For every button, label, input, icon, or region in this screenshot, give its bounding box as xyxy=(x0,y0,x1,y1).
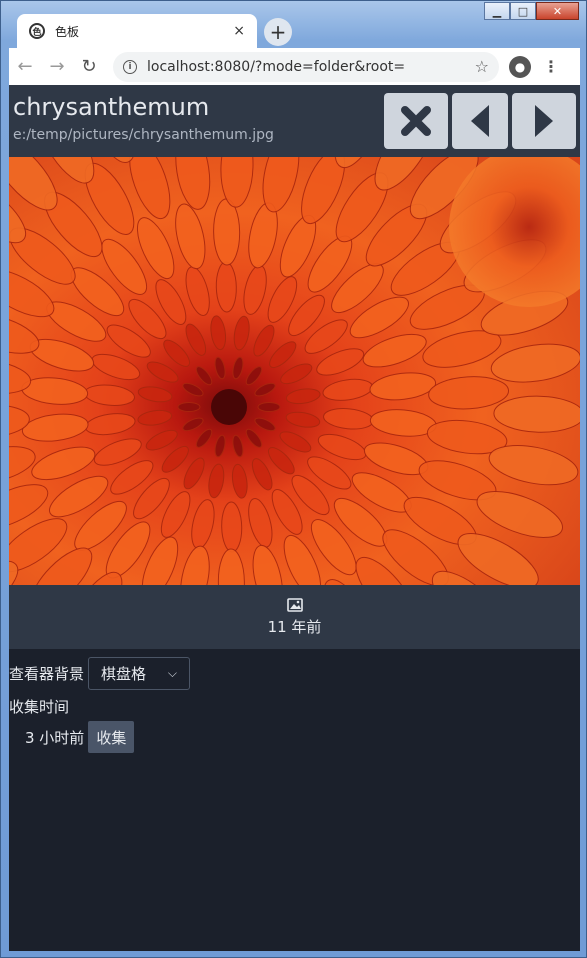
chevron-left-icon xyxy=(471,105,489,137)
background-label: 查看器背景 xyxy=(9,665,85,683)
collect-button[interactable]: 收集 xyxy=(88,721,135,753)
chevron-right-icon xyxy=(535,105,553,137)
profile-icon[interactable]: ● xyxy=(509,55,531,78)
forward-icon[interactable]: → xyxy=(41,51,73,83)
viewer-buttons xyxy=(384,93,576,149)
collect-time-value: 3 小时前 xyxy=(25,728,85,747)
browser-window: ▁ □ ✕ 色 色板 × + ← → ↻ i localhost:8080/?m… xyxy=(0,0,587,958)
photo-meta: 11 年前 xyxy=(9,585,580,649)
image-title: chrysanthemum xyxy=(13,93,210,121)
tab-close-icon[interactable]: × xyxy=(233,23,245,39)
minimize-icon[interactable]: ▁ xyxy=(484,2,510,20)
image-path: e:/temp/pictures/chrysanthemum.jpg xyxy=(13,127,274,143)
url-text[interactable]: localhost:8080/?mode=folder&root= xyxy=(147,59,475,75)
back-icon[interactable]: ← xyxy=(9,51,41,83)
close-icon xyxy=(401,106,431,136)
menu-icon[interactable]: ⋮ xyxy=(543,57,559,76)
bookmark-star-icon[interactable]: ☆ xyxy=(475,57,489,76)
browser-tab[interactable]: 色 色板 × xyxy=(17,14,257,48)
info-icon[interactable]: i xyxy=(123,59,137,74)
viewer-settings: 查看器背景 棋盘格 ⌵ 收集时间 3 小时前 收集 xyxy=(9,649,580,753)
page-viewport: chrysanthemum e:/temp/pictures/chrysanth… xyxy=(9,85,580,951)
close-viewer-button[interactable] xyxy=(384,93,448,149)
collect-time-label: 收集时间 xyxy=(9,698,70,716)
background-value: 棋盘格 xyxy=(101,665,147,683)
window-close-icon[interactable]: ✕ xyxy=(536,2,579,20)
reload-icon[interactable]: ↻ xyxy=(73,51,105,83)
petal xyxy=(177,402,201,412)
window-controls: ▁ □ ✕ xyxy=(484,2,579,20)
browser-toolbar: ← → ↻ i localhost:8080/?mode=folder&root… xyxy=(9,48,580,85)
previous-button[interactable] xyxy=(452,93,508,149)
petal xyxy=(213,198,241,266)
new-tab-button[interactable]: + xyxy=(264,18,292,46)
next-button[interactable] xyxy=(512,93,576,149)
petal xyxy=(257,402,281,412)
tab-title: 色板 xyxy=(55,24,80,39)
address-bar[interactable]: i localhost:8080/?mode=folder&root= ☆ xyxy=(113,51,499,82)
chrysanthemum-photo[interactable] xyxy=(9,157,580,585)
favicon-icon: 色 xyxy=(29,23,45,39)
maximize-icon[interactable]: □ xyxy=(510,2,536,20)
image-icon xyxy=(286,597,303,612)
photo-taken-time: 11 年前 xyxy=(267,617,322,636)
viewer-header: chrysanthemum e:/temp/pictures/chrysanth… xyxy=(9,85,580,157)
background-select[interactable]: 棋盘格 ⌵ xyxy=(88,657,191,690)
chevron-down-icon: ⌵ xyxy=(167,666,178,680)
